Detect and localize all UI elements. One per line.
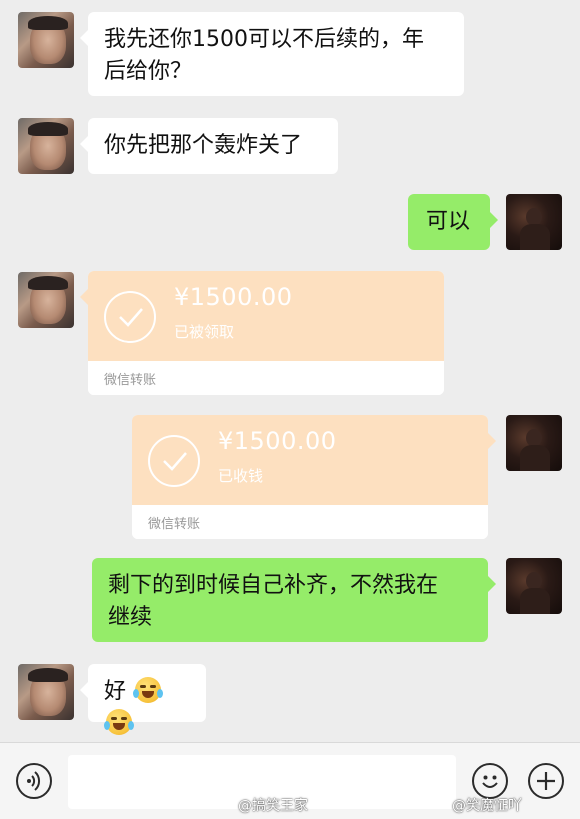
watermark-text: @笑魔怔吖: [452, 798, 522, 814]
message-text: 我先还你1500可以不后续的，年: [104, 27, 424, 52]
transfer-status: 已被领取: [174, 323, 235, 341]
watermark-text: @搞笑王家: [238, 798, 308, 814]
contact-avatar[interactable]: [18, 272, 74, 328]
transfer-label: 微信转账: [104, 373, 157, 388]
transfer-amount: ¥1500.00: [174, 283, 293, 311]
message-text: 后给你？: [104, 59, 193, 84]
contact-avatar[interactable]: [18, 118, 74, 174]
message-text: 继续: [108, 605, 153, 630]
crying-laughing-emoji-icon: [104, 709, 134, 735]
transfer-card-header: ¥1500.00 已被领取: [88, 271, 444, 361]
transfer-card-outgoing[interactable]: ¥1500.00 已收钱 微信转账: [132, 415, 496, 539]
message-bubble-incoming[interactable]: 你先把那个轰炸关了: [80, 118, 338, 174]
voice-icon[interactable]: [16, 763, 52, 799]
message-bubble-incoming[interactable]: 我先还你1500可以不后续的，年 后给你？: [80, 12, 464, 96]
crying-laughing-emoji-icon: [133, 677, 164, 703]
self-avatar[interactable]: [506, 415, 562, 471]
emoji-icon[interactable]: [472, 763, 508, 799]
self-avatar[interactable]: [506, 194, 562, 250]
message-bubble-incoming[interactable]: 好: [80, 664, 206, 735]
message-bubble-outgoing[interactable]: 剩下的到时候自己补齐，不然我在 继续: [92, 558, 496, 642]
contact-avatar[interactable]: [18, 12, 74, 68]
check-circle-icon: [148, 435, 200, 487]
plus-icon[interactable]: [528, 763, 564, 799]
transfer-label: 微信转账: [148, 517, 201, 532]
self-avatar[interactable]: [506, 558, 562, 614]
check-circle-icon: [104, 291, 156, 343]
contact-avatar[interactable]: [18, 664, 74, 720]
message-text: 剩下的到时候自己补齐，不然我在: [108, 573, 439, 598]
message-text: 你先把那个轰炸关了: [104, 133, 303, 158]
message-text: 可以: [426, 209, 471, 234]
message-text: 好: [104, 679, 127, 704]
transfer-amount: ¥1500.00: [218, 427, 337, 455]
message-bubble-outgoing[interactable]: 可以: [408, 194, 498, 250]
transfer-status: 已收钱: [218, 467, 264, 485]
transfer-card-incoming[interactable]: ¥1500.00 已被领取 微信转账: [80, 271, 444, 395]
transfer-card-header: ¥1500.00 已收钱: [132, 415, 488, 505]
